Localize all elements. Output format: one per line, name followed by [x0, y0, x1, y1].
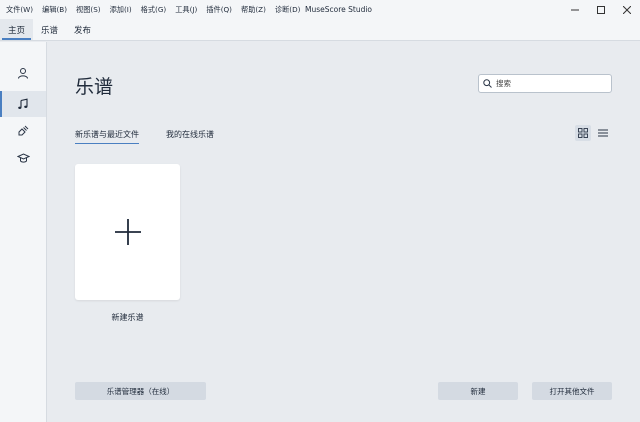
sidebar-item-account[interactable]: [0, 60, 46, 86]
page-title: 乐谱: [75, 76, 114, 98]
search-box[interactable]: [478, 74, 612, 93]
menu-add[interactable]: 添加(I): [110, 5, 132, 15]
new-button[interactable]: 新建: [438, 382, 518, 400]
maximize-icon: [597, 5, 605, 14]
tab-home[interactable]: 主页: [0, 19, 34, 40]
menu-tools[interactable]: 工具(J): [175, 5, 197, 15]
menu-view[interactable]: 视图(S): [76, 5, 101, 15]
top-tab-bar: 主页 乐谱 发布: [0, 19, 640, 41]
app-title: MuseScore Studio: [305, 5, 373, 14]
tab-scores[interactable]: 乐谱: [33, 19, 66, 40]
new-score-card[interactable]: [75, 164, 180, 300]
tab-my-online-scores[interactable]: 我的在线乐谱: [166, 129, 214, 140]
list-icon: [598, 129, 608, 137]
minimize-button[interactable]: [562, 0, 588, 19]
menu-file[interactable]: 文件(W): [6, 5, 33, 15]
menu-bar: 文件(W) 编辑(B) 视图(S) 添加(I) 格式(G) 工具(J) 插件(Q…: [0, 5, 309, 15]
graduation-cap-icon: [16, 153, 30, 163]
tab-new-and-recent[interactable]: 新乐谱与最近文件: [75, 129, 139, 144]
sidebar-item-scores[interactable]: [0, 91, 46, 117]
minimize-icon: [571, 9, 579, 10]
grid-icon: [578, 128, 588, 138]
tab-publish[interactable]: 发布: [66, 19, 99, 40]
menu-diagnostic[interactable]: 诊断(D): [275, 5, 301, 15]
user-icon: [18, 68, 28, 79]
window-controls: [562, 0, 640, 19]
search-icon: [483, 79, 492, 88]
plus-icon: [114, 219, 141, 245]
menu-help[interactable]: 帮助(Z): [241, 5, 266, 15]
grid-view-button[interactable]: [575, 125, 591, 141]
music-note-icon: [18, 98, 28, 109]
plugin-icon: [18, 125, 29, 136]
sidebar: [0, 42, 47, 422]
new-score-label: 新建乐谱: [111, 313, 144, 322]
menu-format[interactable]: 格式(G): [141, 5, 167, 15]
list-view-button[interactable]: [595, 125, 611, 141]
sidebar-item-learn[interactable]: [0, 145, 46, 171]
maximize-button[interactable]: [588, 0, 614, 19]
menu-edit[interactable]: 编辑(B): [42, 5, 67, 15]
score-manager-button[interactable]: 乐谱管理器（在线）: [75, 382, 206, 400]
close-icon: [623, 5, 631, 14]
open-other-files-button[interactable]: 打开其他文件: [532, 382, 612, 400]
search-input[interactable]: [496, 79, 606, 88]
menu-plugins[interactable]: 插件(Q): [206, 5, 232, 15]
sidebar-item-plugins[interactable]: [0, 118, 46, 144]
title-bar: 文件(W) 编辑(B) 视图(S) 添加(I) 格式(G) 工具(J) 插件(Q…: [0, 0, 640, 19]
close-button[interactable]: [614, 0, 640, 19]
